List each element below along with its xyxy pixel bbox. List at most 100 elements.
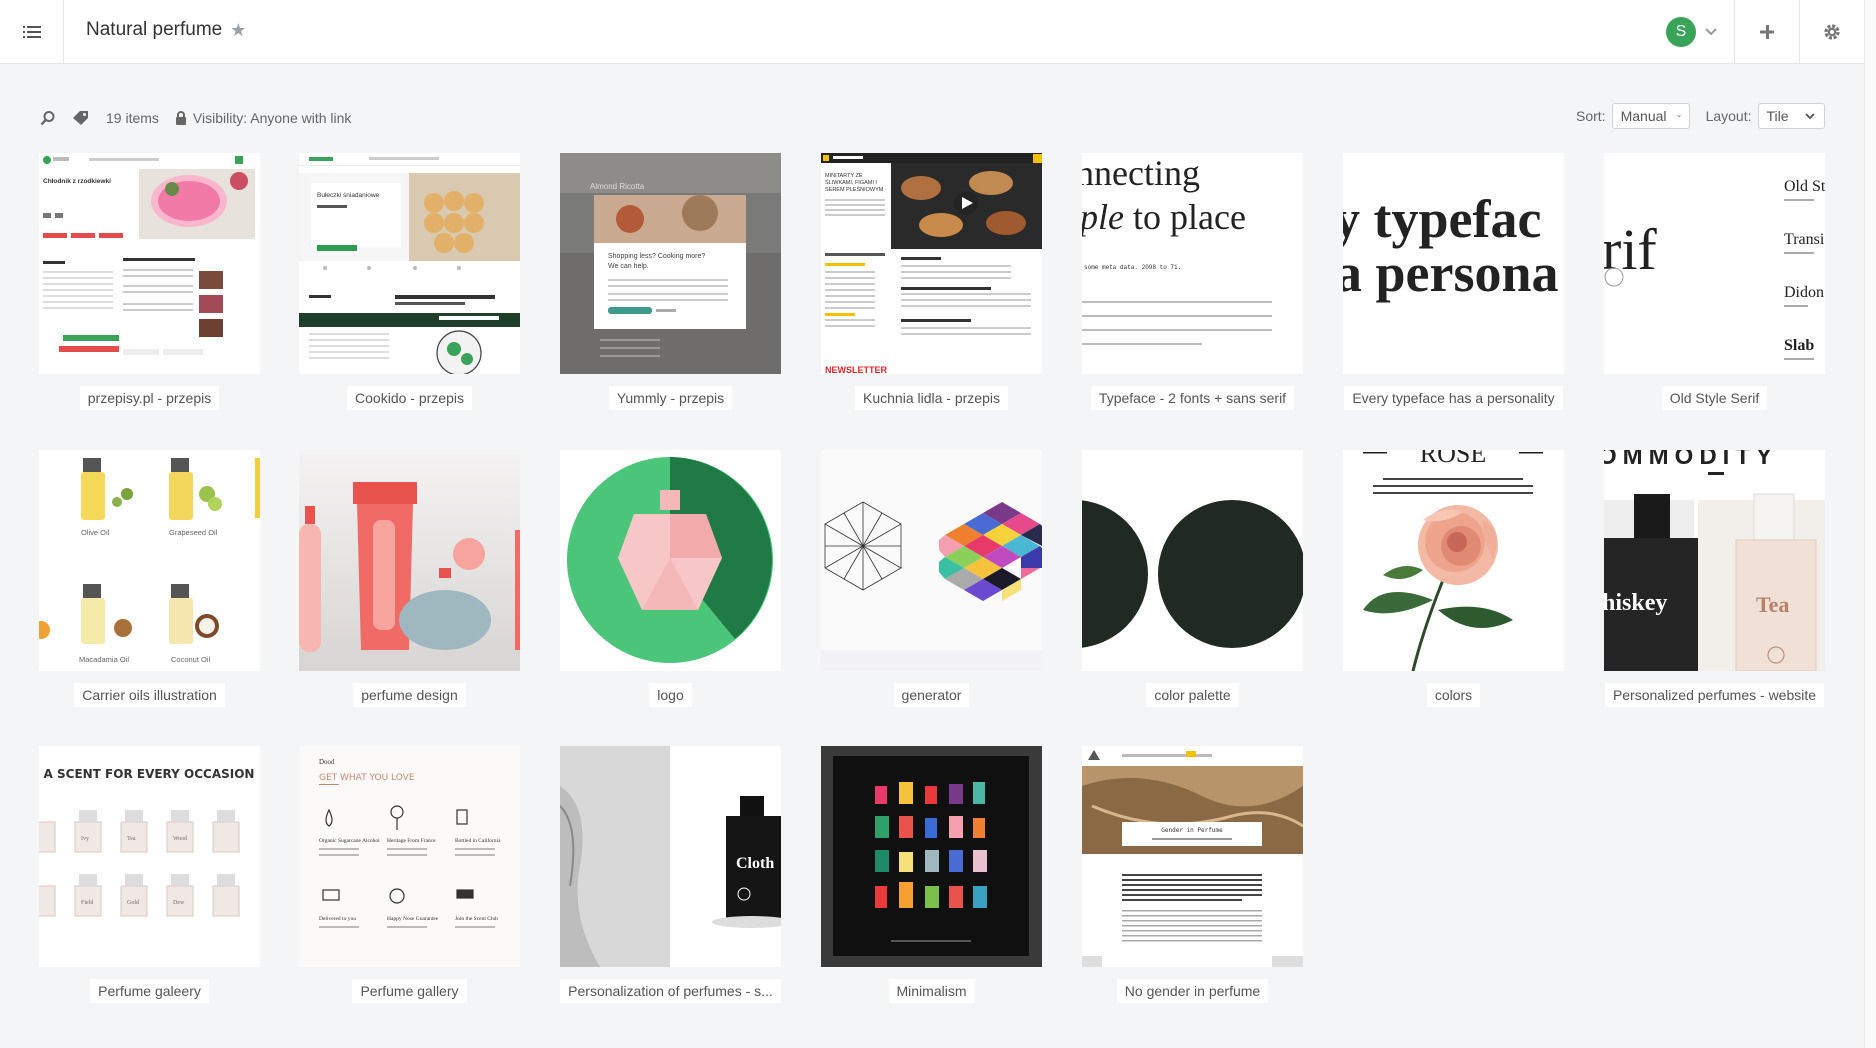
collection-item[interactable]: Cloth Personalization of perfumes - s... [560,746,781,1005]
item-label: Carrier oils illustration [74,683,225,707]
feature-caption: Delivered to you [319,916,356,922]
hamburger-icon [22,26,41,38]
thumb-title: rif [1604,217,1657,282]
item-label: Perfume galeery [90,979,209,1003]
sort-value: Manual [1620,108,1667,124]
thumb-title: Gender in Perfume [1161,827,1223,834]
bottle-label: Ivy [81,836,89,842]
collection-item[interactable]: MINITARTY ZE ŚLIWKAMI, FIGAMI I SEREM PL… [821,153,1042,412]
item-label: No gender in perfume [1116,979,1269,1003]
bottle-label: Tea [1756,592,1789,617]
item-thumbnail: OMMODITY hiskey Tea [1604,450,1825,671]
item-label: Perfume gallery [352,979,467,1003]
item-thumbnail: Cloth [560,746,781,967]
bottle-label: Wood [173,836,187,842]
collection-item[interactable]: perfume design [299,450,520,709]
collection-item[interactable]: rif Old St Transi Didon Slab Old Style S… [1604,153,1825,412]
svg-text:ple to place: ple to place [1082,197,1246,237]
item-thumbnail: y typefac a persona [1343,153,1564,374]
feature-caption: Bottled in California [455,837,501,844]
thumb-title: GET WHAT YOU LOVE [319,773,415,783]
thumb-title: A SCENT FOR EVERY OCCASION [44,767,255,781]
item-label: colors [1426,683,1481,707]
star-icon[interactable]: ★ [230,20,246,41]
item-thumbnail [560,450,781,671]
collection-item[interactable]: Minimalism [821,746,1042,1005]
svg-text:Almond Ricotta: Almond Ricotta [590,182,645,191]
collection-item[interactable]: Almond Ricotta Shopping less? Cooking mo… [560,153,781,412]
item-thumbnail [1082,450,1303,671]
thumb-title: ROSE [1420,450,1486,468]
item-label: logo [649,683,692,707]
collection-item[interactable]: Olive Oil Grapeseed Oil Macadamia Oil Co… [39,450,260,709]
thumb-title: Bułeczki śniadaniowe [317,192,380,199]
item-thumbnail: ROSE [1343,450,1564,671]
item-count: 19 items [106,110,159,126]
bottle-label: hiskey [1604,590,1667,616]
chevron-down-icon[interactable] [1704,22,1718,47]
layout-label: Layout: [1705,108,1752,124]
collection-item[interactable]: Gender in Perfume No gender in perfume [1082,746,1303,1005]
thumb-caption: Olive Oil [81,528,110,537]
item-thumbnail: nnecting ple to place some meta data. 20… [1082,153,1303,374]
collection-item[interactable]: logo [560,450,781,709]
font-sample: Old St [1784,178,1825,195]
item-thumbnail: Chłodnik z rzodkiewki [39,153,260,374]
avatar[interactable]: S [1666,17,1696,47]
tag-icon[interactable] [72,110,90,126]
collection-item[interactable]: Bułeczki śniadaniowe Cookido - przepis [299,153,520,412]
add-button[interactable] [1735,0,1799,64]
item-label: Typeface - 2 fonts + sans serif [1090,386,1295,410]
view-options: Sort: Manual Layout: Tile [1576,103,1825,129]
feature-caption: Heritage From France [387,838,436,844]
item-thumbnail: Bułeczki śniadaniowe [299,153,520,374]
bottle-label: Cloth [736,855,774,872]
collection-item[interactable]: color palette [1082,450,1303,709]
collection-item[interactable]: nnecting ple to place some meta data. 20… [1082,153,1303,412]
item-thumbnail [821,450,1042,671]
layout-select[interactable]: Tile [1757,103,1825,129]
collection-item[interactable]: Dood GET WHAT YOU LOVE Organic Sugarcane… [299,746,520,1005]
collection-toolbar: 19 items Visibility: Anyone with link [40,106,351,130]
sort-select[interactable]: Manual [1611,103,1690,129]
svg-text:SEREM PLEŚNIOWYM: SEREM PLEŚNIOWYM [825,185,884,193]
thumb-caption: Grapeseed Oil [169,528,218,537]
settings-button[interactable] [1800,0,1864,64]
lock-icon [175,111,186,125]
item-thumbnail [821,746,1042,967]
plus-icon [1760,25,1774,39]
item-thumbnail: Olive Oil Grapeseed Oil Macadamia Oil Co… [39,450,260,671]
collection-item[interactable]: Chłodnik z rzodkiewki przepisy.pl - prze… [39,153,260,412]
item-label: Cookido - przepis [347,386,472,410]
thumb-caption: Macadamia Oil [79,655,129,664]
scrollbar[interactable] [1864,0,1876,1048]
item-label: Personalization of perfumes - s... [560,979,781,1003]
svg-text:We can help.: We can help. [608,263,649,270]
collection-item[interactable]: OMMODITY hiskey Tea Personalized perfume… [1604,450,1825,709]
svg-text:y typefac: y typefac [1343,189,1541,249]
collection-item[interactable]: y typefac a persona Every typeface has a… [1343,153,1564,412]
item-thumbnail: Almond Ricotta Shopping less? Cooking mo… [560,153,781,374]
item-label: generator [893,683,970,707]
thumb-title: OMMODITY [1604,450,1778,470]
bottle-label: Dew [173,900,185,906]
collection-item[interactable]: ROSE colors [1343,450,1564,709]
collection-item[interactable]: generator [821,450,1042,709]
search-icon[interactable] [40,110,56,126]
collection-item[interactable]: A SCENT FOR EVERY OCCASION Ivy Tea Wood … [39,746,260,1005]
item-label: przepisy.pl - przepis [79,386,220,410]
menu-button[interactable] [0,0,64,64]
sort-label: Sort: [1576,108,1606,124]
item-thumbnail: Dood GET WHAT YOU LOVE Organic Sugarcane… [299,746,520,967]
svg-text:a persona: a persona [1343,243,1559,303]
visibility-toggle[interactable]: Visibility: Anyone with link [175,110,351,126]
chevron-down-icon [1804,113,1815,120]
svg-text:some meta data. 2098 to 71.: some meta data. 2098 to 71. [1084,264,1181,271]
layout-value: Tile [1766,108,1789,124]
item-label: color palette [1146,683,1239,707]
bottle-label: Field [81,900,93,906]
collection-title[interactable]: Natural perfume [86,19,222,41]
item-thumbnail: MINITARTY ZE ŚLIWKAMI, FIGAMI I SEREM PL… [821,153,1042,374]
chevron-down-icon [1676,115,1681,118]
svg-text:MINITARTY ZE: MINITARTY ZE [825,173,863,179]
